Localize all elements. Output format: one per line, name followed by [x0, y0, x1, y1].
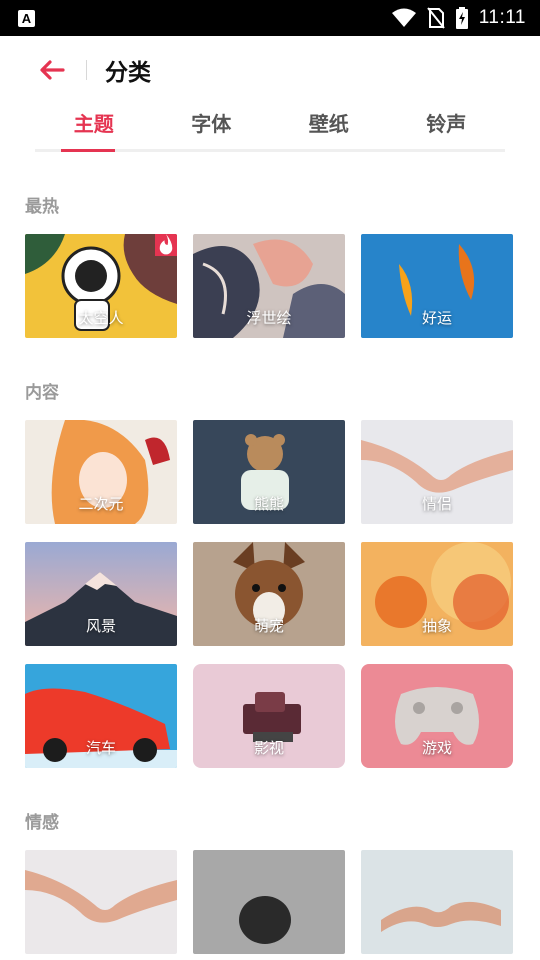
tile-scenery[interactable]: 风景	[25, 542, 177, 646]
tile-cars[interactable]: 汽车	[25, 664, 177, 768]
tile-label: 汽车	[85, 739, 116, 757]
arrow-left-icon	[40, 60, 65, 80]
pinky-promise-image	[361, 850, 513, 954]
tile-astronaut[interactable]: 太空人	[25, 234, 177, 338]
tile-label: 情侣	[421, 495, 452, 513]
tile-label: 太空人	[78, 309, 124, 327]
app-header: 分类	[0, 36, 540, 104]
tile-anime[interactable]: 二次元	[25, 420, 177, 524]
tile-ukiyoe[interactable]: 浮世绘	[193, 234, 345, 338]
content-grid: 二次元 熊熊 情侣 风景 萌宠 抽象 汽车 影视 游戏	[25, 420, 540, 768]
emotion-grid	[25, 850, 540, 954]
back-button[interactable]	[38, 56, 66, 84]
wifi-icon	[391, 8, 416, 27]
tab-font[interactable]: 字体	[153, 104, 271, 149]
tile-emotion-silhouette[interactable]	[193, 850, 345, 954]
tab-theme[interactable]: 主题	[35, 104, 153, 149]
tile-emotion-hands[interactable]	[25, 850, 177, 954]
tile-goodluck[interactable]: 好运	[361, 234, 513, 338]
page-title: 分类	[105, 60, 151, 86]
tile-film[interactable]: 影视	[193, 664, 345, 768]
hot-grid: 太空人 浮世绘 好运	[25, 234, 540, 338]
no-sim-icon	[426, 7, 445, 29]
clock: 11:11	[478, 7, 526, 28]
hands-image	[25, 850, 177, 954]
tile-label: 风景	[85, 617, 116, 635]
battery-charging-icon	[455, 7, 468, 29]
tile-label: 熊熊	[253, 495, 284, 513]
status-bar: A 11:11	[0, 0, 540, 36]
tile-emotion-pinky[interactable]	[361, 850, 513, 954]
tile-couple[interactable]: 情侣	[361, 420, 513, 524]
header-divider	[86, 60, 87, 80]
tile-games[interactable]: 游戏	[361, 664, 513, 768]
section-title-content: 内容	[25, 383, 59, 403]
category-tabs: 主题 字体 壁纸 铃声	[35, 104, 505, 152]
tile-label: 萌宠	[253, 617, 284, 635]
tile-label: 游戏	[421, 739, 452, 757]
a-notification-icon: A	[18, 9, 35, 27]
active-tab-indicator	[61, 149, 115, 152]
hot-badge	[155, 234, 177, 256]
section-title-hot: 最热	[25, 197, 59, 217]
tile-label: 二次元	[78, 495, 124, 513]
tile-pets[interactable]: 萌宠	[193, 542, 345, 646]
flame-icon	[159, 234, 173, 255]
section-title-emotion: 情感	[25, 813, 59, 833]
tile-bear[interactable]: 熊熊	[193, 420, 345, 524]
tile-label: 抽象	[421, 617, 452, 635]
tile-abstract[interactable]: 抽象	[361, 542, 513, 646]
tile-label: 好运	[421, 309, 452, 327]
tab-wallpaper[interactable]: 壁纸	[270, 104, 388, 149]
tab-ringtone[interactable]: 铃声	[388, 104, 506, 149]
tile-label: 浮世绘	[246, 309, 292, 327]
tile-label: 影视	[253, 739, 284, 757]
silhouette-image	[193, 850, 345, 954]
